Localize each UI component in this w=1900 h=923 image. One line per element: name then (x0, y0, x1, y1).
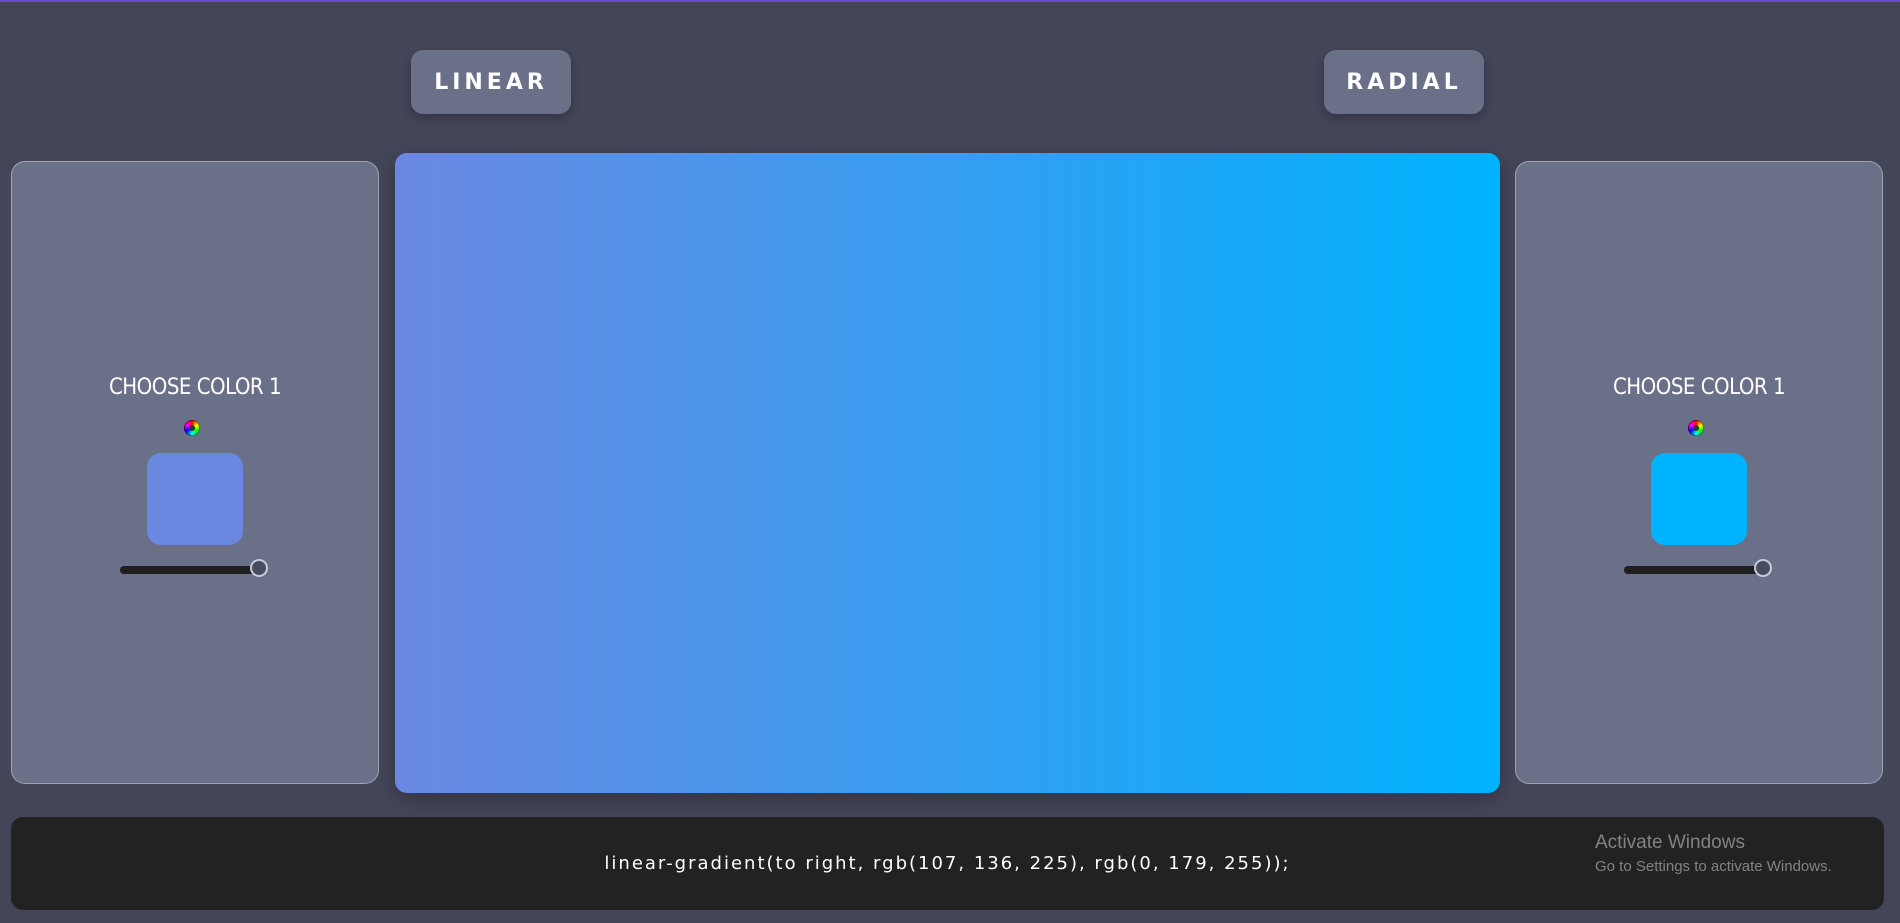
radial-button[interactable]: RADIAL (1324, 50, 1484, 114)
panel-title: CHOOSE COLOR 1 (1612, 375, 1786, 400)
slider-thumb[interactable] (250, 559, 268, 577)
watermark-title: Activate Windows (1595, 832, 1745, 853)
color-panel-right: CHOOSE COLOR 1 (1515, 161, 1883, 784)
color-swatch[interactable] (1651, 453, 1747, 545)
color-picker-icon[interactable] (1688, 420, 1704, 436)
slider-thumb[interactable] (1754, 559, 1772, 577)
panel-title: CHOOSE COLOR 1 (108, 375, 282, 400)
color-picker-icon[interactable] (184, 420, 200, 436)
windows-activation-watermark: Activate Windows Go to Settings to activ… (1595, 832, 1832, 875)
opacity-slider[interactable] (1624, 559, 1772, 577)
opacity-slider[interactable] (120, 559, 268, 577)
color-swatch[interactable] (147, 453, 243, 545)
color-panel-left: CHOOSE COLOR 1 (11, 161, 379, 784)
watermark-subtitle: Go to Settings to activate Windows. (1595, 858, 1832, 875)
linear-button[interactable]: LINEAR (411, 50, 571, 114)
top-accent-line (0, 0, 1900, 2)
gradient-preview (395, 153, 1500, 793)
